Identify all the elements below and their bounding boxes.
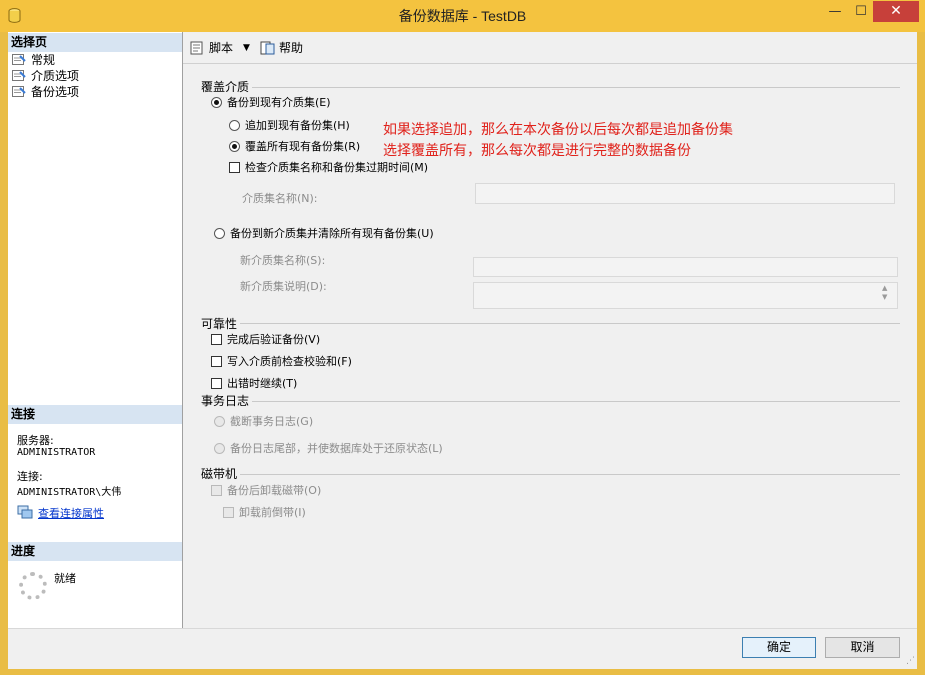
option-label: 备份到现有介质集(E) [227,96,331,109]
tape-drive-label: 磁带机 [201,467,238,481]
server-value: ADMINISTRATOR [17,447,96,458]
radio-unselected[interactable] [214,228,225,239]
transaction-log-label: 事务日志 [201,394,250,408]
verify-backup-checkbox[interactable]: 完成后验证备份(V) [211,332,320,348]
option-label: 检查介质集名称和备份集过期时间(M) [245,161,429,174]
new-media-description-input[interactable] [473,282,898,309]
option-label: 卸载前倒带(I) [239,506,306,519]
resize-grip-icon[interactable]: ⋰ [906,656,915,666]
left-pane [8,32,183,628]
select-page-header: 选择页 [8,33,182,52]
overwrite-media-label: 覆盖介质 [201,80,250,94]
check-media-name-checkbox[interactable]: 检查介质集名称和备份集过期时间(M) [229,160,428,176]
nav-item-label: 介质选项 [31,69,80,83]
backup-existing-media-radio[interactable]: 备份到现有介质集(E) [211,95,331,111]
checkbox[interactable] [211,378,222,389]
append-radio[interactable]: 追加到现有备份集(H) [229,118,350,134]
option-label: 完成后验证备份(V) [227,333,321,346]
connection-value: ADMINISTRATOR\大伟 [17,487,122,498]
checkbox[interactable] [229,162,240,173]
radio-disabled[interactable] [214,443,225,454]
connection-properties-icon [17,505,33,519]
option-label: 截断事务日志(G) [230,415,314,428]
backup-log-tail-radio[interactable]: 备份日志尾部，并使数据库处于还原状态(L) [214,441,443,457]
checkbox-disabled[interactable] [211,485,222,496]
page-icon [12,54,26,65]
radio-disabled[interactable] [214,416,225,427]
continue-on-error-checkbox[interactable]: 出错时继续(T) [211,376,297,392]
script-button[interactable]: 脚本 [190,40,233,56]
nav-item-backup-options[interactable]: 备份选项 [12,84,79,100]
help-icon [260,41,275,55]
nav-item-label: 常规 [31,53,56,67]
option-label: 备份后卸载磁带(O) [227,484,322,497]
annotation-line-2: 选择覆盖所有，那么每次都是进行完整的数据备份 [383,143,691,159]
script-label: 脚本 [209,41,234,55]
reliability-label: 可靠性 [201,317,238,331]
radio-unselected[interactable] [229,120,240,131]
option-label: 写入介质前检查校验和(F) [227,355,352,368]
group-divider [252,401,900,402]
progress-header: 进度 [8,542,182,561]
help-label: 帮助 [279,41,304,55]
nav-item-label: 备份选项 [31,85,80,99]
nav-item-media-options[interactable]: 介质选项 [12,68,79,84]
page-icon [12,86,26,97]
option-label: 出错时继续(T) [227,377,298,390]
checkbox[interactable] [211,356,222,367]
close-button[interactable]: ✕ [873,1,919,22]
maximize-button[interactable]: ☐ [848,1,874,23]
option-label: 追加到现有备份集(H) [245,119,350,132]
group-divider [240,323,900,324]
ok-button[interactable]: 确定 [742,637,816,658]
new-media-description-label: 新介质集说明(D): [240,280,327,293]
option-label: 备份到新介质集并清除所有现有备份集(U) [230,227,434,240]
description-scroll-arrows-icon[interactable]: ▲ ▼ [882,284,887,302]
overwrite-all-radio[interactable]: 覆盖所有现有备份集(R) [229,139,360,155]
option-label: 覆盖所有现有备份集(R) [245,140,361,153]
page-icon [12,70,26,81]
server-label: 服务器: [17,434,54,447]
group-divider [252,87,900,88]
progress-spinner-icon [19,572,47,600]
checkbox[interactable] [211,334,222,345]
help-button[interactable]: 帮助 [260,40,303,56]
radio-selected[interactable] [211,97,222,108]
cancel-button[interactable]: 取消 [825,637,900,658]
script-dropdown-arrow-icon[interactable]: ▼ [243,40,250,56]
new-media-name-input[interactable] [473,257,898,277]
connection-label: 连接: [17,470,43,483]
checksum-checkbox[interactable]: 写入介质前检查校验和(F) [211,354,352,370]
media-set-name-input[interactable] [475,183,895,204]
connection-header: 连接 [8,405,182,424]
rewind-tape-checkbox[interactable]: 卸载前倒带(I) [223,505,306,521]
view-connection-properties-link[interactable]: 查看连接属性 [38,505,104,521]
checkbox-disabled[interactable] [223,507,234,518]
new-media-name-label: 新介质集名称(S): [240,254,326,267]
backup-new-media-radio[interactable]: 备份到新介质集并清除所有现有备份集(U) [214,226,434,242]
window-title: 备份数据库 - TestDB [398,8,527,24]
media-set-name-label: 介质集名称(N): [242,192,318,205]
unload-tape-checkbox[interactable]: 备份后卸载磁带(O) [211,483,321,499]
progress-status: 就绪 [54,572,76,585]
truncate-log-radio[interactable]: 截断事务日志(G) [214,414,313,430]
minimize-button[interactable]: — [822,1,848,23]
group-divider [240,474,900,475]
option-label: 备份日志尾部，并使数据库处于还原状态(L) [230,442,443,455]
nav-item-general[interactable]: 常规 [12,52,55,68]
radio-selected[interactable] [229,141,240,152]
script-icon [190,41,203,55]
annotation-line-1: 如果选择追加，那么在本次备份以后每次都是追加备份集 [383,122,733,138]
